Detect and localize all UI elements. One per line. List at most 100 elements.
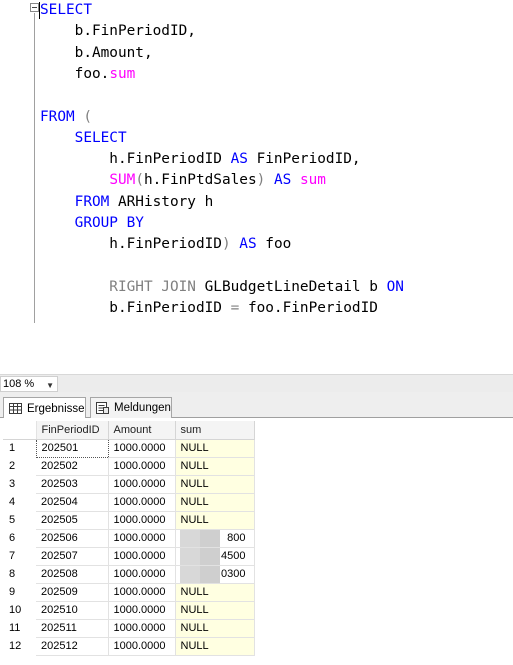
grid-header-row: FinPeriodID Amount sum (3, 421, 255, 440)
row-number[interactable]: 9 (3, 583, 36, 601)
cell-sum[interactable]: NULL (175, 583, 255, 602)
cell-sum[interactable]: NULL (175, 493, 255, 512)
code-token: h.FinPtdSales (143, 172, 257, 189)
table-row[interactable]: 8 202508 1000.0000 0300 (3, 565, 255, 584)
cell-finperiodid[interactable]: 202502 (36, 457, 109, 476)
cell-sum[interactable]: NULL (175, 619, 255, 638)
cell-amount[interactable]: 1000.0000 (108, 529, 176, 548)
table-row[interactable]: 7 202507 1000.0000 4500 (3, 547, 255, 566)
results-grid: FinPeriodID Amount sum 1 202501 1000.0000 N… (3, 421, 255, 656)
cell-amount[interactable]: 1000.0000 (108, 511, 176, 530)
code-token: foo. (40, 65, 110, 82)
row-number[interactable]: 7 (3, 547, 36, 565)
cell-finperiodid[interactable]: 202510 (36, 601, 109, 620)
table-row[interactable]: 1 202501 1000.0000 NULL (3, 438, 255, 458)
code-token: AS (230, 151, 248, 168)
cell-sum-value: 4500 (221, 550, 246, 562)
cell-amount[interactable]: 1000.0000 (108, 619, 176, 638)
row-number[interactable]: 12 (3, 637, 36, 655)
cell-sum[interactable]: NULL (175, 637, 255, 656)
cell-amount[interactable]: 1000.0000 (108, 637, 176, 656)
cell-sum[interactable]: NULL (175, 511, 255, 530)
code-token: h.FinPeriodID (40, 236, 222, 253)
cell-finperiodid[interactable]: 202511 (36, 619, 109, 638)
cell-finperiodid[interactable]: 202512 (36, 637, 109, 656)
row-number[interactable]: 1 (3, 439, 36, 457)
zoom-select[interactable]: 108 % ▼ (0, 376, 58, 392)
query-editor[interactable]: SELECT b.FinPeriodID, b.Amount, foo.sum F… (0, 0, 513, 374)
code-line: h.FinPeriodID) AS foo (40, 234, 291, 255)
code-token: FROM (40, 108, 75, 125)
row-number[interactable]: 4 (3, 493, 36, 511)
tab-messages-label: Meldungen (114, 402, 171, 414)
row-number[interactable]: 6 (3, 529, 36, 547)
cell-amount[interactable]: 1000.0000 (108, 475, 176, 494)
code-token: RIGHT JOIN (40, 278, 196, 295)
cell-amount[interactable]: 1000.0000 (108, 601, 176, 620)
row-number[interactable]: 2 (3, 457, 36, 475)
cell-sum[interactable]: 800 (175, 529, 255, 548)
cell-sum[interactable]: 0300 (175, 565, 255, 584)
cell-finperiodid[interactable]: 202508 (36, 565, 109, 584)
code-line: SELECT (40, 128, 127, 149)
code-line: SELECT (40, 0, 92, 21)
cell-amount[interactable]: 1000.0000 (108, 565, 176, 584)
collapse-toggle-icon[interactable] (30, 3, 39, 12)
cell-sum[interactable]: NULL (175, 457, 255, 476)
code-token: FinPeriodID, (247, 151, 361, 168)
code-token: = (230, 300, 240, 317)
cell-finperiodid[interactable]: 202503 (36, 475, 109, 494)
results-pane: FinPeriodID Amount sum 1 202501 1000.0000 N… (0, 418, 513, 665)
code-line: FROM ARHistory h (40, 192, 214, 213)
chevron-down-icon[interactable]: ▼ (46, 379, 54, 393)
tab-messages[interactable]: Meldungen (90, 397, 172, 418)
messages-icon (96, 402, 109, 414)
cell-finperiodid[interactable]: 202505 (36, 511, 109, 530)
cell-sum[interactable]: NULL (175, 601, 255, 620)
code-token: AS (230, 236, 257, 253)
cell-amount[interactable]: 1000.0000 (108, 439, 176, 458)
table-row[interactable]: 4 202504 1000.0000 NULL (3, 493, 255, 512)
code-token: GROUP BY (40, 215, 144, 231)
row-number[interactable]: 10 (3, 601, 36, 619)
column-header-finperiodid[interactable]: FinPeriodID (36, 421, 109, 440)
row-number[interactable]: 5 (3, 511, 36, 529)
code-line: foo.sum (40, 64, 136, 85)
row-number[interactable]: 11 (3, 619, 36, 637)
table-row[interactable]: 5 202505 1000.0000 NULL (3, 511, 255, 530)
code-line: SUM(h.FinPtdSales) AS sum (40, 170, 326, 191)
code-line: FROM ( (40, 107, 92, 128)
table-row[interactable]: 6 202506 1000.0000 800 (3, 529, 255, 548)
table-row[interactable]: 10 202510 1000.0000 NULL (3, 601, 255, 620)
code-line: RIGHT JOIN GLBudgetLineDetail b ON (40, 277, 404, 298)
zoom-value: 108 % (3, 378, 35, 390)
cell-amount[interactable]: 1000.0000 (108, 547, 176, 566)
tab-results[interactable]: Ergebnisse (3, 397, 86, 419)
cell-amount[interactable]: 1000.0000 (108, 457, 176, 476)
cell-amount[interactable]: 1000.0000 (108, 493, 176, 512)
cell-sum[interactable]: NULL (175, 475, 255, 494)
column-header-sum[interactable]: sum (175, 421, 255, 440)
row-number[interactable]: 3 (3, 475, 36, 493)
table-row[interactable]: 3 202503 1000.0000 NULL (3, 475, 255, 494)
code-line: b.Amount, (40, 43, 153, 64)
cell-finperiodid[interactable]: 202501 (35, 438, 109, 458)
table-row[interactable]: 12 202512 1000.0000 NULL (3, 637, 255, 656)
cell-finperiodid[interactable]: 202506 (36, 529, 109, 548)
tab-results-label: Ergebnisse (27, 402, 85, 415)
cell-finperiodid[interactable]: 202509 (36, 583, 109, 602)
cell-amount[interactable]: 1000.0000 (108, 583, 176, 602)
cell-sum[interactable]: 4500 (175, 547, 255, 566)
table-row[interactable]: 9 202509 1000.0000 NULL (3, 583, 255, 602)
cell-finperiodid[interactable]: 202504 (36, 493, 109, 512)
row-number[interactable]: 8 (3, 565, 36, 583)
editor-status-strip: 108 % ▼ (0, 374, 513, 392)
column-header-amount[interactable]: Amount (108, 421, 176, 440)
table-row[interactable]: 11 202511 1000.0000 NULL (3, 619, 255, 638)
cell-finperiodid[interactable]: 202507 (36, 547, 109, 566)
cell-sum[interactable]: NULL (175, 439, 255, 458)
table-row[interactable]: 2 202502 1000.0000 NULL (3, 457, 255, 476)
grid-corner[interactable] (3, 421, 37, 440)
code-token: h.FinPeriodID (40, 151, 231, 168)
